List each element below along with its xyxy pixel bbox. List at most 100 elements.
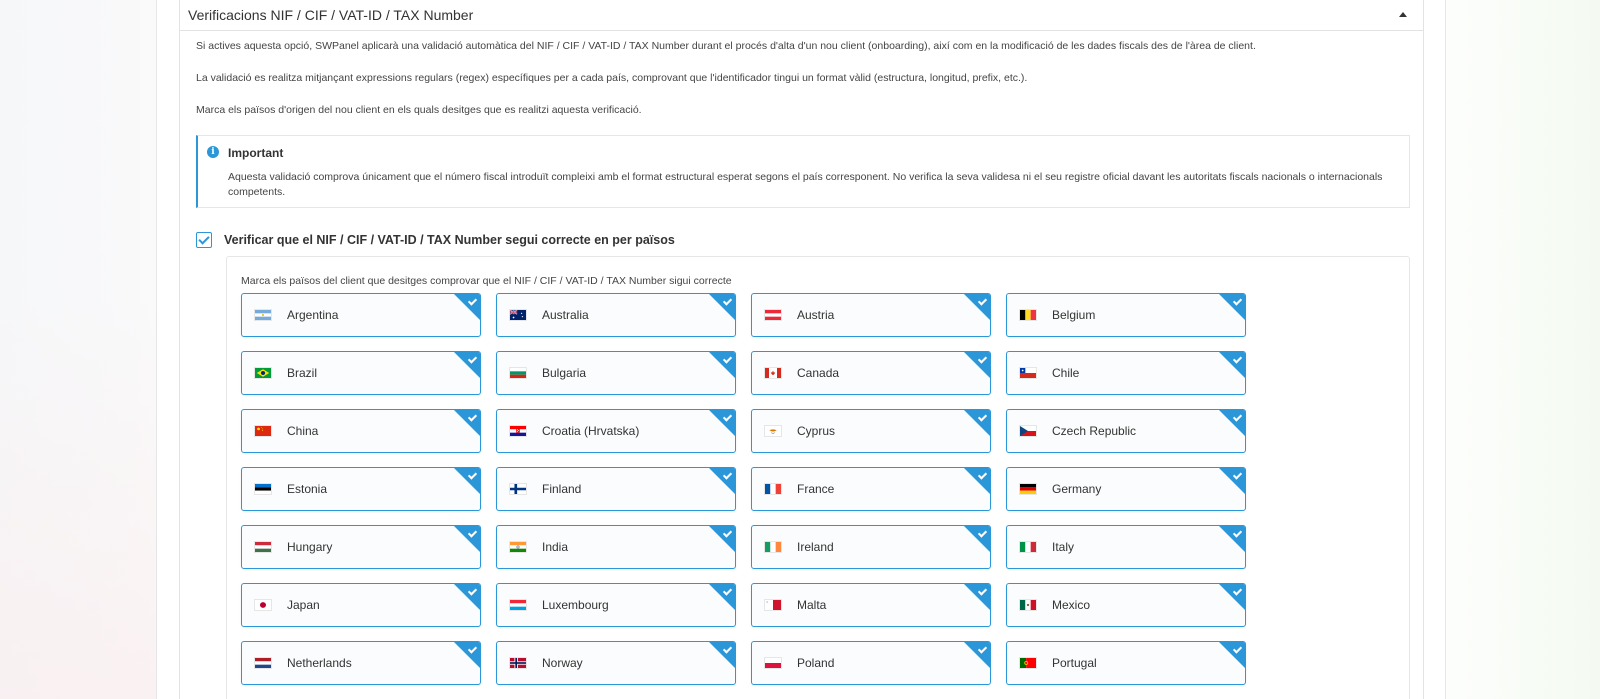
country-option-mx[interactable]: Mexico — [1006, 583, 1246, 627]
countries-panel: Marca els països del client que desitges… — [226, 256, 1410, 699]
flag-ca-icon — [764, 367, 782, 379]
country-name: Brazil — [287, 366, 318, 380]
flag-cz-icon — [1019, 425, 1037, 437]
country-name: Australia — [542, 308, 589, 322]
caret-up-icon[interactable] — [1399, 12, 1407, 17]
country-option-nl[interactable]: Netherlands — [241, 641, 481, 685]
flag-bg-icon — [509, 367, 527, 379]
country-option-cn[interactable]: China — [241, 409, 481, 453]
section-header[interactable]: Verificacions NIF / CIF / VAT-ID / TAX N… — [180, 0, 1423, 31]
selected-corner-badge — [964, 468, 990, 494]
country-option-ca[interactable]: Canada — [751, 351, 991, 395]
country-name: Estonia — [287, 482, 328, 496]
description-paragraph-3: Marca els països d'origen del nou client… — [196, 104, 642, 116]
selected-corner-badge — [709, 410, 735, 436]
country-name: Belgium — [1052, 308, 1096, 322]
country-option-ee[interactable]: Estonia — [241, 467, 481, 511]
country-name: Japan — [287, 598, 320, 612]
country-name: Finland — [542, 482, 582, 496]
selected-corner-badge — [709, 294, 735, 320]
flag-nl-icon — [254, 657, 272, 669]
country-name: Hungary — [287, 540, 333, 554]
country-option-no[interactable]: Norway — [496, 641, 736, 685]
flag-be-icon — [1019, 309, 1037, 321]
country-option-de[interactable]: Germany — [1006, 467, 1246, 511]
flag-it-icon — [1019, 541, 1037, 553]
selected-corner-badge — [454, 584, 480, 610]
selected-corner-badge — [709, 468, 735, 494]
country-option-ar[interactable]: Argentina — [241, 293, 481, 337]
country-name: Netherlands — [287, 656, 352, 670]
country-option-jp[interactable]: Japan — [241, 583, 481, 627]
selected-corner-badge — [1219, 468, 1245, 494]
flag-lu-icon — [509, 599, 527, 611]
country-name: Mexico — [1052, 598, 1091, 612]
country-name: China — [287, 424, 319, 438]
country-name: Cyprus — [797, 424, 836, 438]
country-option-mt[interactable]: Malta — [751, 583, 991, 627]
flag-jp-icon — [254, 599, 272, 611]
selected-corner-badge — [964, 526, 990, 552]
flag-in-icon — [509, 541, 527, 553]
country-name: Chile — [1052, 366, 1080, 380]
country-name: India — [542, 540, 569, 554]
flag-cy-icon — [764, 425, 782, 437]
country-option-hr[interactable]: Croatia (Hrvatska) — [496, 409, 736, 453]
verify-checkbox[interactable] — [196, 232, 212, 248]
selected-corner-badge — [964, 294, 990, 320]
country-option-cz[interactable]: Czech Republic — [1006, 409, 1246, 453]
country-name: Canada — [797, 366, 840, 380]
country-name: Czech Republic — [1052, 424, 1137, 438]
country-option-pt[interactable]: Portugal — [1006, 641, 1246, 685]
selected-corner-badge — [709, 642, 735, 668]
selected-corner-badge — [454, 468, 480, 494]
country-option-at[interactable]: Austria — [751, 293, 991, 337]
flag-no-icon — [509, 657, 527, 669]
flag-pt-icon — [1019, 657, 1037, 669]
country-option-be[interactable]: Belgium — [1006, 293, 1246, 337]
country-option-in[interactable]: India — [496, 525, 736, 569]
country-name: Ireland — [797, 540, 834, 554]
flag-fr-icon — [764, 483, 782, 495]
country-name: Austria — [797, 308, 835, 322]
country-name: Germany — [1052, 482, 1102, 496]
country-name: Malta — [797, 598, 827, 612]
flag-hu-icon — [254, 541, 272, 553]
country-name: Argentina — [287, 308, 339, 322]
flag-at-icon — [764, 309, 782, 321]
selected-corner-badge — [964, 410, 990, 436]
flag-hr-icon — [509, 425, 527, 437]
alert-title: Important — [228, 146, 284, 160]
country-name: Norway — [542, 656, 583, 670]
flag-mt-icon — [764, 599, 782, 611]
selected-corner-badge — [1219, 642, 1245, 668]
country-option-cy[interactable]: Cyprus — [751, 409, 991, 453]
flag-ee-icon — [254, 483, 272, 495]
country-option-cl[interactable]: Chile — [1006, 351, 1246, 395]
background-tint — [0, 300, 160, 699]
selected-corner-badge — [1219, 410, 1245, 436]
country-name: Italy — [1052, 540, 1075, 554]
countries-panel-label: Marca els països del client que desitges… — [241, 275, 732, 287]
selected-corner-badge — [1219, 294, 1245, 320]
country-option-it[interactable]: Italy — [1006, 525, 1246, 569]
selected-corner-badge — [709, 352, 735, 378]
selected-corner-badge — [454, 526, 480, 552]
country-option-au[interactable]: Australia — [496, 293, 736, 337]
country-option-ie[interactable]: Ireland — [751, 525, 991, 569]
country-option-pl[interactable]: Poland — [751, 641, 991, 685]
country-option-hu[interactable]: Hungary — [241, 525, 481, 569]
flag-au-icon — [509, 309, 527, 321]
country-option-br[interactable]: Brazil — [241, 351, 481, 395]
country-option-lu[interactable]: Luxembourg — [496, 583, 736, 627]
country-name: Bulgaria — [542, 366, 587, 380]
selected-corner-badge — [454, 642, 480, 668]
country-option-fi[interactable]: Finland — [496, 467, 736, 511]
country-option-bg[interactable]: Bulgaria — [496, 351, 736, 395]
selected-corner-badge — [964, 352, 990, 378]
description-paragraph-2: La validació es realitza mitjançant expr… — [196, 72, 1028, 84]
selected-corner-badge — [964, 584, 990, 610]
selected-corner-badge — [709, 584, 735, 610]
verify-checkbox-label[interactable]: Verificar que el NIF / CIF / VAT-ID / TA… — [224, 233, 675, 247]
country-option-fr[interactable]: France — [751, 467, 991, 511]
